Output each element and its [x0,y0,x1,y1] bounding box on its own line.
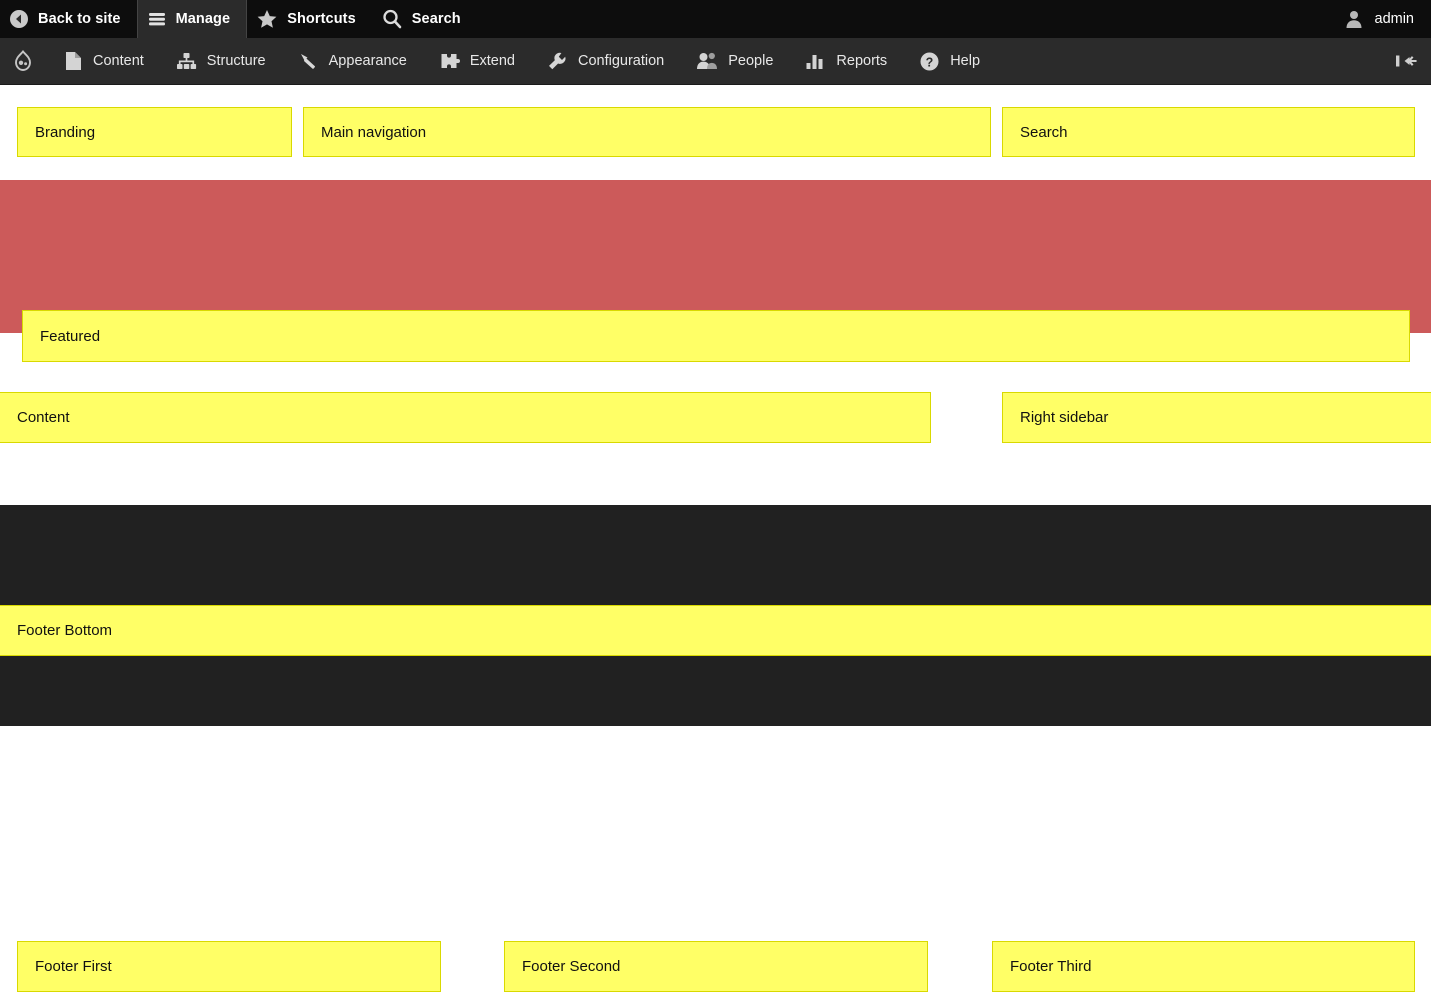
puzzle-piece-icon [439,51,460,71]
admin-menu-item-people[interactable]: People [680,38,789,84]
region-branding: Branding [17,107,292,157]
region-label: Footer Third [1010,958,1091,975]
admin-menu-item-label: Appearance [329,53,407,69]
featured-band: Featured [0,180,1431,333]
region-featured: Featured [22,310,1410,362]
question-mark-icon: ? [919,51,940,72]
admin-menu-item-label: Help [950,53,980,69]
toolbar-tab-back-to-site[interactable]: Back to site [0,0,137,38]
toolbar-tab-label: Manage [176,11,231,27]
region-right-sidebar: Right sidebar [1002,392,1431,443]
admin-menu-spacer [996,38,1381,84]
toolbar-user-label: admin [1375,11,1415,27]
region-content: Content [0,392,931,443]
admin-menu-item-label: Extend [470,53,515,69]
region-main-navigation: Main navigation [303,107,991,157]
toolbar-tab-manage[interactable]: Manage [137,0,248,38]
admin-menu-item-label: People [728,53,773,69]
region-label: Content [17,409,70,426]
hamburger-icon [147,9,167,29]
region-label: Right sidebar [1020,409,1108,426]
admin-menu-item-reports[interactable]: Reports [789,38,903,84]
drupal-home-link[interactable] [0,38,48,84]
region-footer-second: Footer Second [504,941,928,992]
admin-menu-item-label: Content [93,53,144,69]
drupal-droplet-icon [12,50,34,72]
wrench-icon [547,51,568,71]
region-footer-third: Footer Third [992,941,1415,992]
admin-menu-item-label: Reports [836,53,887,69]
toolbar-tab-search[interactable]: Search [372,0,477,38]
region-search: Search [1002,107,1415,157]
admin-toolbar-bar: Back to site Manage Shortcuts Search [0,0,1431,38]
back-arrow-icon [9,9,29,29]
region-label: Main navigation [321,124,426,141]
region-label: Branding [35,124,95,141]
admin-menu-item-label: Configuration [578,53,664,69]
toolbar-tab-label: Search [412,11,461,27]
admin-menu-item-appearance[interactable]: Appearance [282,38,423,84]
toolbar-tab-shortcuts[interactable]: Shortcuts [247,0,372,38]
toolbar-tab-label: Shortcuts [287,11,356,27]
region-label: Search [1020,124,1068,141]
people-icon [696,51,718,71]
user-avatar-icon [1344,9,1364,29]
admin-menu-bar: Content Structure Appearance [0,38,1431,85]
region-footer-bottom: Footer Bottom [0,605,1431,656]
region-label: Footer First [35,958,112,975]
star-icon [256,8,278,30]
page-bottom-band [0,656,1431,726]
admin-menu-item-configuration[interactable]: Configuration [531,38,680,84]
admin-menu-item-label: Structure [207,53,266,69]
file-icon [64,51,83,71]
search-icon [381,8,403,30]
region-footer-first: Footer First [17,941,441,992]
footer-band: Footer First Footer Second Footer Third [0,505,1431,605]
region-label: Footer Second [522,958,620,975]
bar-chart-icon [805,51,826,71]
admin-menu-item-content[interactable]: Content [48,38,160,84]
sitemap-icon [176,51,197,71]
paintbrush-icon [298,51,319,71]
orientation-toggle-button[interactable] [1381,38,1431,84]
region-label: Featured [40,328,100,345]
vertical-orientation-toggle-icon [1393,51,1419,71]
region-label: Footer Bottom [17,622,112,639]
admin-menu-item-help[interactable]: ? Help [903,38,996,84]
admin-menu-item-extend[interactable]: Extend [423,38,531,84]
svg-text:?: ? [926,55,934,69]
toolbar-spacer [477,0,1332,38]
toolbar-tab-label: Back to site [38,11,121,27]
demo-regions-page: Branding Main navigation Search Featured… [0,85,1431,726]
toolbar-user-account[interactable]: admin [1332,0,1431,38]
admin-menu-item-structure[interactable]: Structure [160,38,282,84]
